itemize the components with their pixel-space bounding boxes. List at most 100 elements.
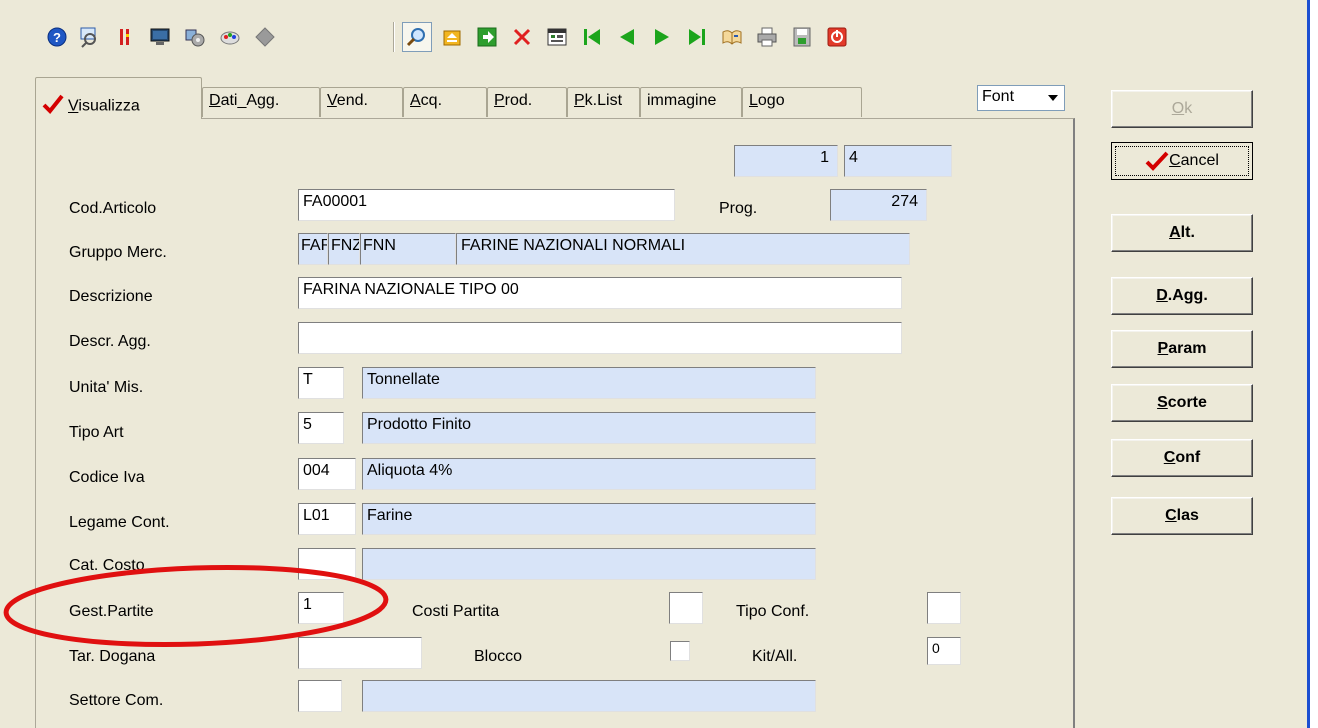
scorte-button[interactable]: Scorte — [1111, 384, 1253, 422]
settore-com-desc — [362, 680, 816, 712]
legame-cont-desc: Farine — [362, 503, 816, 535]
gruppo-merc-code-2[interactable]: FNZ — [328, 233, 360, 265]
d-agg-button-label: .Agg. — [1167, 287, 1208, 304]
cat-costo-code[interactable] — [298, 548, 356, 580]
monitor-icon[interactable] — [145, 22, 175, 52]
tab-immagine[interactable]: immagine — [640, 87, 742, 117]
label-descrizione: Descrizione — [69, 288, 153, 305]
label-tipo-conf: Tipo Conf. — [736, 603, 810, 620]
tools-icon[interactable] — [180, 22, 210, 52]
cancel-button-label: ancel — [1180, 152, 1219, 169]
ok-button[interactable]: Ok — [1111, 90, 1253, 128]
tipo-art-desc: Prodotto Finito — [362, 412, 816, 444]
paint-icon[interactable] — [215, 22, 245, 52]
tab-acq[interactable]: Acq. — [403, 87, 487, 117]
descrizione-field[interactable]: FARINA NAZIONALE TIPO 00 — [298, 277, 902, 309]
ok-button-accel: O — [1171, 100, 1185, 117]
conf-button-accel: C — [1163, 449, 1176, 466]
font-select[interactable]: Font — [977, 85, 1065, 111]
cat-costo-desc — [362, 548, 816, 580]
label-costi-partita: Costi Partita — [412, 603, 500, 620]
window: ? Visualizza Dati_Agg. Vend. Acq. Prod. … — [0, 0, 1318, 728]
label-gest-partite: Gest.Partite — [69, 603, 154, 620]
settore-com-code[interactable] — [298, 680, 342, 712]
tab-logo-accel: L — [749, 92, 758, 109]
cancel-button[interactable]: Cancel — [1111, 142, 1253, 180]
delete-icon[interactable] — [507, 22, 537, 52]
tab-pk-list[interactable]: Pk.List — [567, 87, 640, 117]
calendar-icon[interactable] — [542, 22, 572, 52]
label-cod-articolo: Cod.Articolo — [69, 200, 157, 217]
codice-iva-desc: Aliquota 4% — [362, 458, 816, 490]
gruppo-merc-code-3[interactable]: FNN — [360, 233, 456, 265]
alt-button[interactable]: Alt. — [1111, 214, 1253, 252]
scorte-button-label: corte — [1167, 394, 1207, 411]
tab-acq-label: cq. — [420, 92, 443, 109]
last-record-icon[interactable] — [682, 22, 712, 52]
unita-mis-code[interactable]: T — [298, 367, 344, 399]
tab-vend[interactable]: Vend. — [320, 87, 403, 117]
conf-button[interactable]: Conf — [1111, 439, 1253, 477]
tipo-art-code[interactable]: 5 — [298, 412, 344, 444]
red-bars-icon[interactable] — [110, 22, 140, 52]
label-blocco: Blocco — [474, 648, 523, 665]
clas-button[interactable]: Clas — [1111, 497, 1253, 535]
label-codice-iva: Codice Iva — [69, 469, 145, 486]
tab-dati-agg-label: ati_Agg. — [220, 92, 280, 109]
find-icon[interactable] — [75, 22, 105, 52]
exit-icon[interactable] — [822, 22, 852, 52]
codice-iva-code[interactable]: 004 — [298, 458, 356, 490]
tab-dati-agg[interactable]: Dati_Agg. — [202, 87, 320, 117]
save-icon[interactable] — [787, 22, 817, 52]
print-icon[interactable] — [752, 22, 782, 52]
diamond-icon[interactable] — [250, 22, 280, 52]
gruppo-merc-code-1[interactable]: FAR — [298, 233, 328, 265]
label-legame-cont: Legame Cont. — [69, 514, 170, 531]
tab-immagine-label: immagine — [647, 92, 717, 109]
prev-record-icon[interactable] — [612, 22, 642, 52]
alt-button-accel: A — [1169, 224, 1181, 241]
label-gruppo-merc: Gruppo Merc. — [69, 244, 167, 261]
arrow-right-icon[interactable] — [472, 22, 502, 52]
blocco-checkbox[interactable] — [670, 641, 690, 661]
d-agg-button[interactable]: D.Agg. — [1111, 277, 1253, 315]
legame-cont-code[interactable]: L01 — [298, 503, 356, 535]
descr-agg-field[interactable] — [298, 322, 902, 354]
svg-text:?: ? — [53, 30, 61, 45]
first-record-icon[interactable] — [577, 22, 607, 52]
book-icon[interactable] — [717, 22, 747, 52]
folder-up-icon[interactable] — [437, 22, 467, 52]
next-record-icon[interactable] — [647, 22, 677, 52]
tab-prod[interactable]: Prod. — [487, 87, 567, 117]
kit-all-field[interactable]: 0 — [927, 637, 961, 665]
tar-dogana-field[interactable] — [298, 637, 422, 669]
costi-partita-field[interactable] — [669, 592, 703, 624]
prog-field: 274 — [830, 189, 927, 221]
desktop-border — [1307, 0, 1310, 728]
checkmark-icon — [1145, 151, 1169, 171]
label-unita-mis: Unita' Mis. — [69, 379, 144, 396]
tipo-conf-field[interactable] — [927, 592, 961, 624]
tab-logo[interactable]: Logo — [742, 87, 862, 117]
tab-pk-list-accel: P — [574, 92, 585, 109]
help-icon[interactable]: ? — [42, 22, 72, 52]
unita-mis-desc: Tonnellate — [362, 367, 816, 399]
toolbar-separator — [393, 22, 395, 52]
label-tar-dogana: Tar. Dogana — [69, 648, 156, 665]
window-right-edge — [1307, 0, 1318, 728]
search-icon[interactable] — [402, 22, 432, 52]
tab-vend-accel: V — [327, 92, 337, 109]
param-button[interactable]: Param — [1111, 330, 1253, 368]
record-current-field: 1 — [734, 145, 838, 177]
gruppo-merc-desc: FARINE NAZIONALI NORMALI — [456, 233, 910, 265]
tab-visualizza-accel: V — [68, 97, 79, 115]
d-agg-button-accel: D — [1156, 287, 1168, 304]
checkmark-icon — [42, 94, 64, 119]
chevron-down-icon[interactable] — [1043, 87, 1063, 109]
toolbar: ? — [0, 0, 1307, 68]
label-descr-agg: Descr. Agg. — [69, 333, 151, 350]
cod-articolo-field[interactable]: FA00001 — [298, 189, 675, 221]
tab-visualizza[interactable]: Visualizza — [35, 77, 202, 119]
gest-partite-field[interactable]: 1 — [298, 592, 344, 624]
tab-pk-list-label: k.List — [584, 92, 623, 109]
